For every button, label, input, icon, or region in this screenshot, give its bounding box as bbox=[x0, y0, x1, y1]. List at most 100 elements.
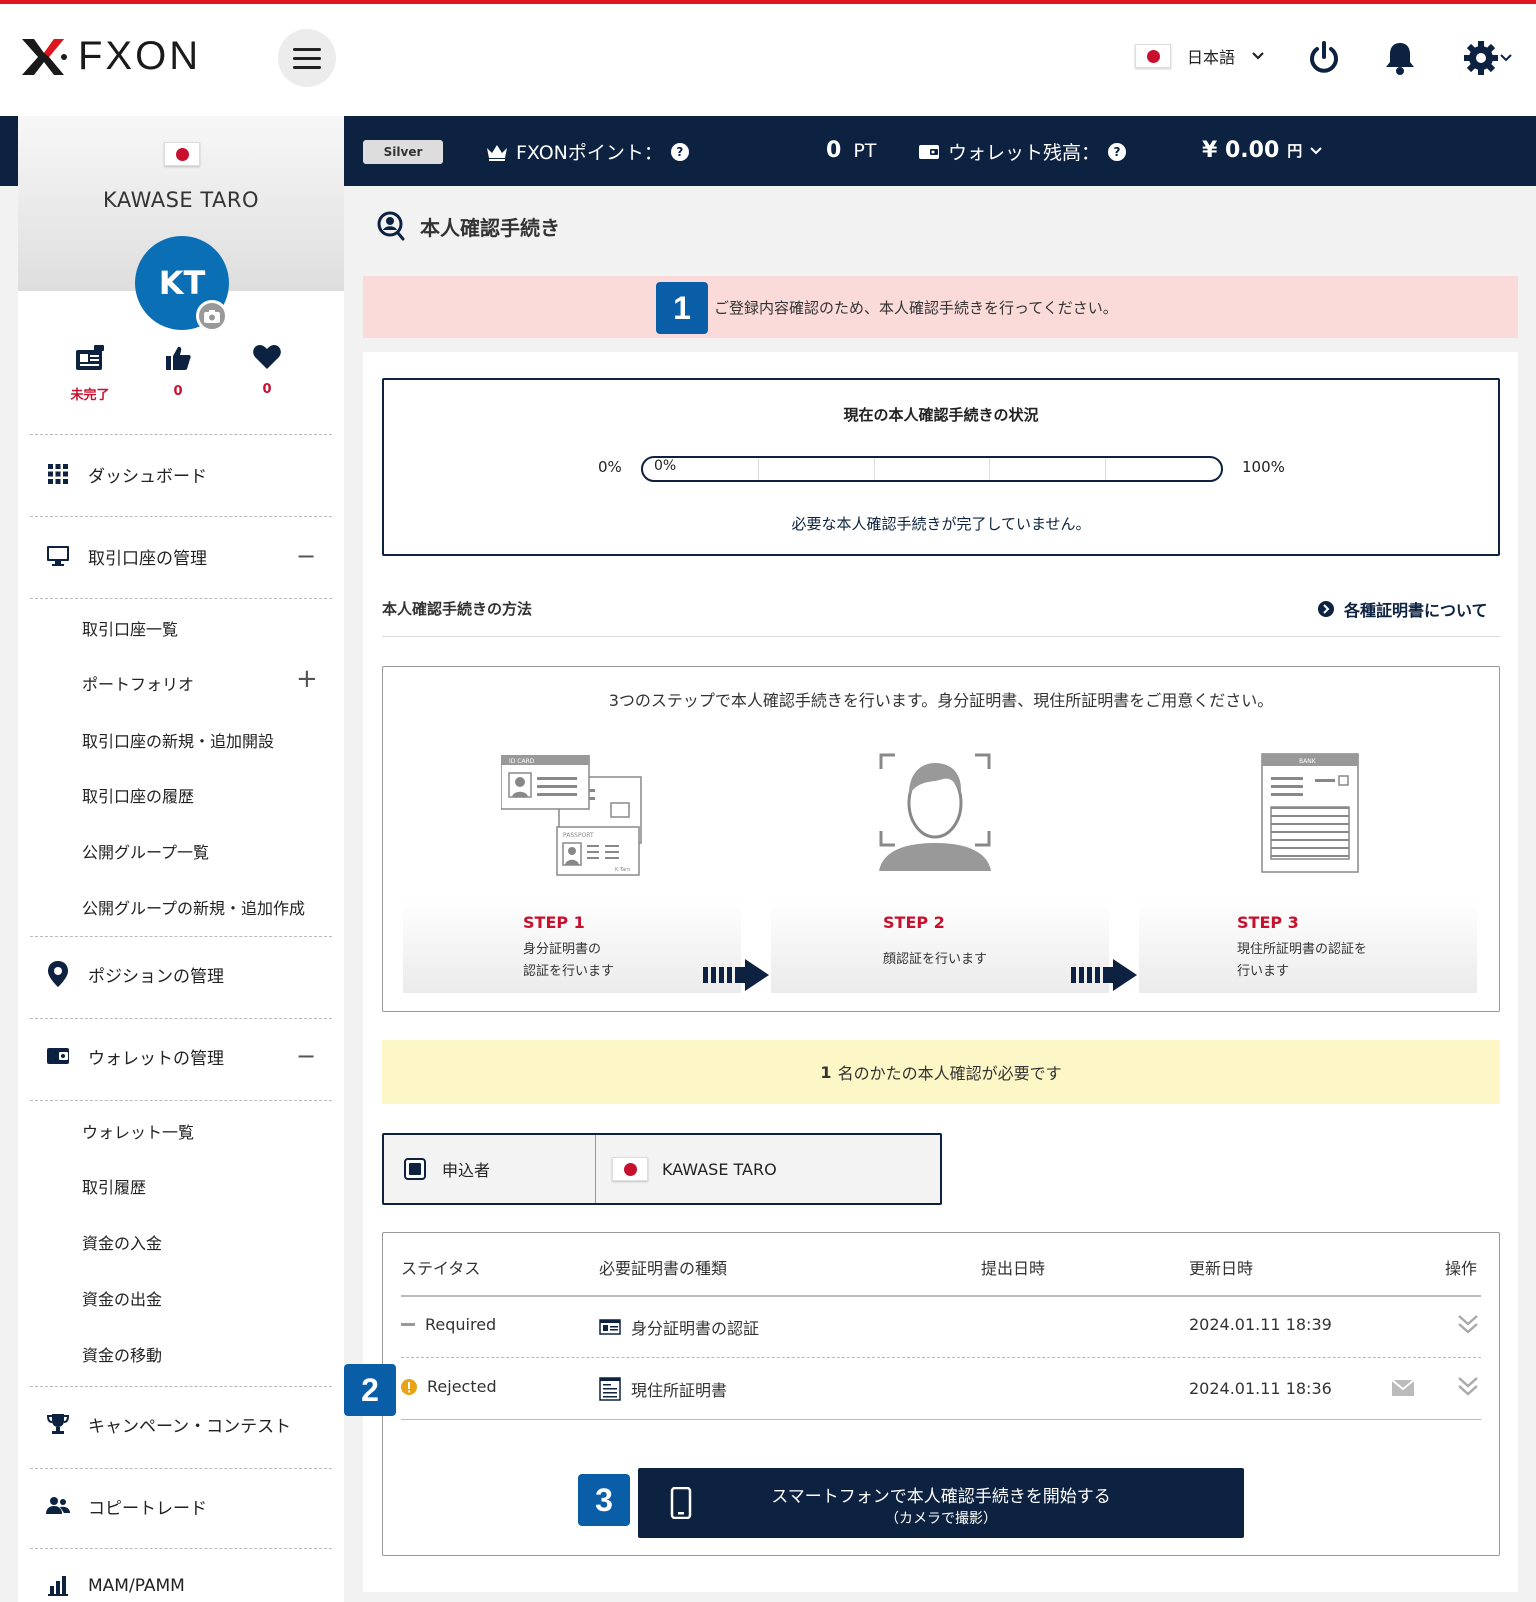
camera-icon[interactable] bbox=[196, 300, 228, 332]
logo[interactable]: FXON bbox=[18, 34, 201, 79]
japan-flag-icon bbox=[164, 142, 200, 166]
method-title: 本人確認手続きの方法 bbox=[382, 600, 533, 618]
power-icon[interactable] bbox=[1304, 38, 1344, 78]
divider bbox=[401, 1419, 1481, 1420]
divider bbox=[30, 1548, 332, 1549]
search-person-icon bbox=[377, 211, 405, 241]
nav-account-history[interactable]: 取引口座の履歴 bbox=[82, 783, 194, 807]
wallet-label: ウォレット残高： ? bbox=[918, 138, 1127, 165]
nav-wallet-list[interactable]: ウォレット一覧 bbox=[82, 1119, 194, 1143]
applicant-name: KAWASE TARO bbox=[596, 1135, 940, 1203]
column-header: 提出日時 bbox=[981, 1259, 1046, 1278]
japan-flag-icon bbox=[1135, 44, 1171, 68]
column-header: 操作 bbox=[1445, 1259, 1478, 1278]
help-icon[interactable]: ? bbox=[670, 142, 689, 161]
map-pin-icon bbox=[46, 961, 70, 987]
arrow-right-icon bbox=[703, 959, 769, 991]
page-title: 本人確認手続き bbox=[376, 210, 560, 242]
kyc-status-stat[interactable]: 未完了 bbox=[60, 344, 120, 403]
nav-transaction-history[interactable]: 取引履歴 bbox=[82, 1174, 146, 1198]
favorites-stat[interactable]: 0 bbox=[237, 344, 297, 397]
pending-verification-notice: 1 名のかたの本人確認が必要です bbox=[382, 1040, 1500, 1104]
dash-icon bbox=[401, 1323, 415, 1326]
wallet-balance[interactable]: ¥ 0.00 円 bbox=[1202, 138, 1322, 163]
status-message: 必要な本人確認手続きが完了していません。 bbox=[791, 515, 1091, 533]
step-card-2: STEP 2 顔認証を行います bbox=[771, 899, 1109, 993]
settings-menu[interactable] bbox=[1456, 38, 1518, 78]
language-label: 日本語 bbox=[1187, 48, 1236, 67]
applicant-checkbox[interactable]: 申込者 bbox=[384, 1135, 596, 1203]
step-card-1: STEP 1 身分証明書の 認証を行います bbox=[403, 899, 741, 993]
collapse-icon[interactable]: − bbox=[296, 1042, 316, 1070]
svg-text:K.Taro: K.Taro bbox=[615, 867, 630, 873]
menu-toggle-button[interactable] bbox=[278, 29, 336, 87]
progress-min-label: 0% bbox=[598, 458, 622, 476]
start-smartphone-verification-button[interactable]: スマートフォンで本人確認手続きを開始する （カメラで撮影） bbox=[638, 1468, 1244, 1538]
monitor-icon bbox=[46, 544, 70, 568]
japan-flag-icon bbox=[612, 1157, 648, 1181]
nav-account-list[interactable]: 取引口座一覧 bbox=[82, 616, 178, 640]
warning-icon bbox=[401, 1378, 417, 1395]
divider bbox=[30, 434, 332, 435]
button-label: スマートフォンで本人確認手続きを開始する bbox=[771, 1487, 1111, 1507]
checkbox[interactable] bbox=[404, 1158, 426, 1180]
nav-portfolio[interactable]: ポートフォリオ bbox=[82, 671, 194, 695]
divider bbox=[30, 1018, 332, 1019]
stat-value: 未完了 bbox=[70, 388, 110, 403]
nav-accounts[interactable]: 取引口座の管理 − bbox=[18, 538, 344, 574]
pending-count: 1 bbox=[820, 1062, 832, 1082]
column-header: ステイタス bbox=[401, 1259, 481, 1278]
grid-icon bbox=[46, 462, 70, 486]
help-icon[interactable]: ? bbox=[1108, 142, 1127, 161]
nav-copytrade[interactable]: コピートレード bbox=[18, 1488, 344, 1524]
nav-open-account[interactable]: 取引口座の新規・追加開設 bbox=[82, 728, 274, 752]
svg-text:BANK: BANK bbox=[1299, 758, 1317, 765]
documents-info-link[interactable]: 各種証明書について bbox=[1318, 597, 1488, 621]
divider bbox=[30, 516, 332, 517]
status-title: 現在の本人確認手続きの状況 bbox=[843, 406, 1039, 424]
nav-withdraw[interactable]: 資金の出金 bbox=[82, 1286, 162, 1310]
steps-intro: 3つのステップで本人確認手続きを行います。身分証明書、現住所証明書をご用意くださ… bbox=[608, 691, 1274, 710]
step-badge: 2 bbox=[344, 1364, 396, 1416]
double-chevron-down-icon[interactable] bbox=[1457, 1313, 1479, 1335]
id-documents-illustration: ID CARD PASSPORT K.Taro bbox=[501, 755, 642, 876]
id-card-icon bbox=[599, 1319, 621, 1335]
id-card-icon bbox=[76, 345, 104, 370]
nav-dashboard[interactable]: ダッシュボード bbox=[18, 456, 344, 492]
divider bbox=[382, 636, 1500, 637]
button-sublabel: （カメラで撮影） bbox=[885, 1511, 997, 1527]
svg-text:PASSPORT: PASSPORT bbox=[563, 832, 594, 839]
progress-value: 0% bbox=[654, 458, 677, 474]
nav-wallet[interactable]: ウォレットの管理 − bbox=[18, 1038, 344, 1074]
stat-value: 0 bbox=[262, 382, 272, 397]
crown-icon bbox=[487, 144, 507, 161]
bell-icon[interactable] bbox=[1380, 38, 1420, 78]
collapse-icon[interactable]: − bbox=[296, 542, 316, 570]
nav-campaign[interactable]: キャンペーン・コンテスト bbox=[18, 1406, 344, 1442]
stat-value: 0 bbox=[173, 384, 183, 399]
column-header: 必要証明書の種類 bbox=[599, 1259, 728, 1278]
updated-cell: 2024.01.11 18:36 bbox=[1189, 1379, 1332, 1398]
fxon-logo-mark bbox=[22, 38, 67, 75]
document-icon bbox=[599, 1377, 621, 1401]
nav-positions[interactable]: ポジションの管理 bbox=[18, 956, 344, 992]
nav-mam-pamm[interactable]: MAM/PAMM bbox=[18, 1568, 344, 1602]
trophy-icon bbox=[46, 1412, 70, 1436]
users-icon bbox=[46, 1494, 70, 1518]
nav-transfer[interactable]: 資金の移動 bbox=[82, 1342, 162, 1366]
mail-icon[interactable] bbox=[1391, 1379, 1415, 1397]
gear-icon bbox=[1464, 41, 1498, 75]
nav-public-groups[interactable]: 公開グループ一覧 bbox=[82, 839, 209, 863]
nav-create-group[interactable]: 公開グループの新規・追加作成 bbox=[82, 895, 305, 919]
column-header: 更新日時 bbox=[1189, 1259, 1254, 1278]
nav-deposit[interactable]: 資金の入金 bbox=[82, 1230, 162, 1254]
double-chevron-down-icon[interactable] bbox=[1457, 1375, 1479, 1397]
svg-text:ID CARD: ID CARD bbox=[509, 758, 535, 765]
language-selector[interactable]: 日本語 bbox=[1135, 44, 1265, 68]
user-name: KAWASE TARO bbox=[102, 188, 260, 212]
progress-bar bbox=[641, 456, 1223, 482]
document-type-cell: 身分証明書の認証 bbox=[599, 1315, 759, 1339]
likes-stat[interactable]: 0 bbox=[148, 344, 208, 399]
arrow-right-icon bbox=[1071, 959, 1137, 991]
expand-icon[interactable]: + bbox=[296, 664, 318, 694]
